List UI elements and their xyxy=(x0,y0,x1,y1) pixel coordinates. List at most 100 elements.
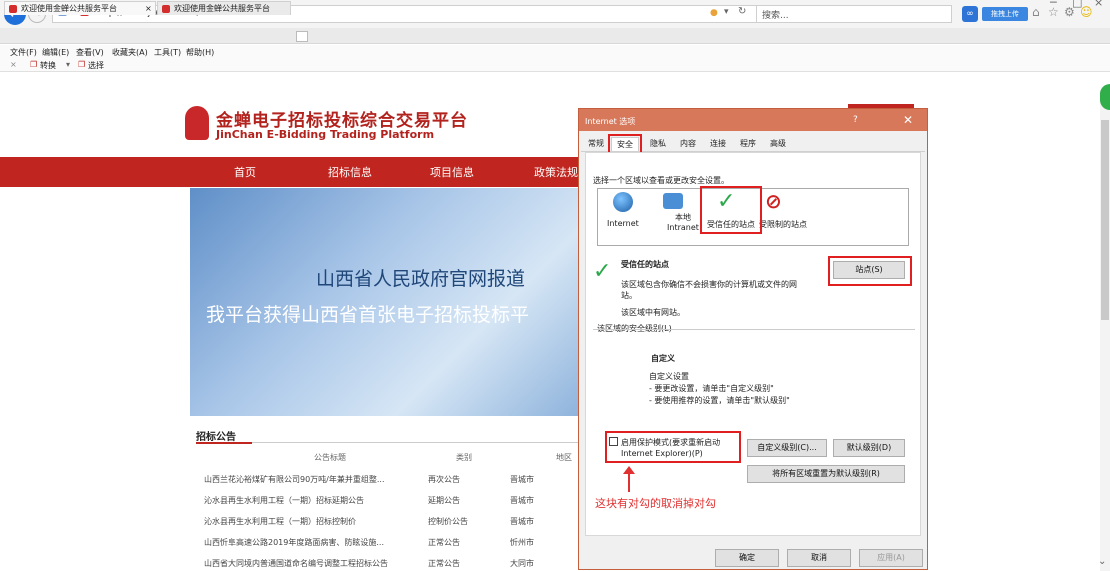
row-area: 晋城市 xyxy=(510,475,534,484)
group-divider xyxy=(593,329,915,330)
zone-prompt: 选择一个区域以查看或更改安全设置。 xyxy=(593,176,729,185)
zone-restricted-label: 受限制的站点 xyxy=(759,220,807,229)
tab-2[interactable]: 欢迎使用金蝉公共服务平台 xyxy=(157,1,291,15)
command-bar: × ❐ 转换 ▾ ❐ 选择 xyxy=(0,59,1110,72)
restricted-icon: ⊘ xyxy=(765,189,782,213)
row-title[interactable]: 沁水县再生水利用工程（一期）招标延期公告 xyxy=(204,495,364,506)
select-icon: ❐ xyxy=(78,60,86,69)
row-type: 控制价公告 xyxy=(428,517,468,526)
site-nav-bar xyxy=(0,157,580,187)
site-favicon-icon xyxy=(162,5,170,13)
zone-sites-note: 该区域中有网站。 xyxy=(621,308,685,317)
row-type: 正常公告 xyxy=(428,538,460,547)
col-area-header: 地区 xyxy=(556,453,572,462)
annotation-arrow-shaft xyxy=(628,472,630,492)
ok-button[interactable]: 确定 xyxy=(715,549,779,567)
default-level-button[interactable]: 默认级别(D) xyxy=(833,439,905,457)
new-tab-icon[interactable] xyxy=(296,31,308,42)
close-icon[interactable]: ✕ xyxy=(903,113,913,127)
level-line-2: - 要更改设置，请单击"自定义级别" xyxy=(649,384,774,393)
row-title[interactable]: 山西兰花沁裕煤矿有限公司90万吨/年兼并重组整... xyxy=(204,474,385,485)
banner-subheadline: 我平台获得山西省首张电子招标投标平 xyxy=(206,304,530,326)
nav-bidding-info[interactable]: 招标信息 xyxy=(328,164,372,180)
select-button[interactable]: 选择 xyxy=(88,60,104,71)
row-title[interactable]: 山西忻阜高速公路2019年度路面病害、防眩设施... xyxy=(204,537,384,548)
side-widget-icon[interactable] xyxy=(1100,84,1110,110)
divider-accent xyxy=(196,442,252,444)
convert-icon: ❐ xyxy=(30,60,38,69)
upload-button[interactable]: 拖拽上传 xyxy=(982,7,1028,21)
tab-advanced[interactable]: 高级 xyxy=(765,137,791,151)
zone-intranet-label: 本地 Intranet xyxy=(667,213,699,232)
highlight-protected-mode xyxy=(605,431,741,463)
site-favicon-icon xyxy=(9,5,17,13)
chevron-down-icon[interactable]: ▾ xyxy=(66,60,70,69)
col-title-header: 公告标题 xyxy=(314,453,346,462)
scrollbar-thumb[interactable] xyxy=(1101,120,1109,320)
highlight-security-tab xyxy=(608,134,642,154)
globe-icon xyxy=(613,192,633,212)
menu-help[interactable]: 帮助(H) xyxy=(186,47,214,58)
search-placeholder: 搜索... xyxy=(762,11,789,21)
menu-edit[interactable]: 编辑(E) xyxy=(42,47,69,58)
level-line-1: 自定义设置 xyxy=(649,372,689,381)
dialog-title: Internet 选项 xyxy=(585,117,636,126)
menu-bar: 文件(F) 编辑(E) 查看(V) 收藏夹(A) 工具(T) 帮助(H) xyxy=(0,45,1110,59)
site-subtitle: JinChan E-Bidding Trading Platform xyxy=(216,128,435,141)
level-title: 自定义 xyxy=(651,354,675,363)
banner-headline: 山西省人民政府官网报道 xyxy=(316,268,526,290)
convert-button[interactable]: 转换 xyxy=(40,60,56,71)
zone-trusted[interactable] xyxy=(700,186,762,234)
col-type-header: 类别 xyxy=(456,453,472,462)
nav-policy[interactable]: 政策法规 xyxy=(534,164,578,180)
menu-favorites[interactable]: 收藏夹(A) xyxy=(112,47,148,58)
tab-1-label: 欢迎使用金蝉公共服务平台 xyxy=(21,4,117,13)
annotation-text: 这块有对勾的取消掉对勾 xyxy=(595,497,716,510)
baidu-icon[interactable]: ∞ xyxy=(962,6,978,22)
help-icon[interactable]: ? xyxy=(853,115,858,125)
row-type: 正常公告 xyxy=(428,559,460,568)
divider xyxy=(196,442,580,443)
level-line-3: - 要使用推荐的设置，请单击"默认级别" xyxy=(649,396,790,405)
menu-file[interactable]: 文件(F) xyxy=(10,47,37,58)
row-area: 忻州市 xyxy=(510,538,534,547)
menu-view[interactable]: 查看(V) xyxy=(76,47,104,58)
maximize-button[interactable]: □ xyxy=(1072,0,1082,9)
highlight-sites-button xyxy=(828,256,912,286)
menu-tools[interactable]: 工具(T) xyxy=(154,47,181,58)
zone-internet-label: Internet xyxy=(607,219,639,228)
intranet-icon xyxy=(663,193,683,209)
tab-general[interactable]: 常规 xyxy=(585,137,607,151)
tab-privacy[interactable]: 隐私 xyxy=(645,137,671,151)
tab-connections[interactable]: 连接 xyxy=(705,137,731,151)
reset-all-zones-button[interactable]: 将所有区域重置为默认级别(R) xyxy=(747,465,905,483)
row-title[interactable]: 山西省大同境内普通国道命名编号调整工程招标公告 xyxy=(204,558,388,569)
refresh-icon[interactable]: ↻ xyxy=(738,6,746,17)
row-type: 再次公告 xyxy=(428,475,460,484)
home-icon[interactable]: ⌂ xyxy=(1032,5,1040,19)
zone-description: 该区域包含你确信不会损害你的计算机或文件的网站。 xyxy=(621,280,797,300)
apply-button[interactable]: 应用(A) xyxy=(859,549,923,567)
close-toolbar-icon[interactable]: × xyxy=(10,60,17,69)
close-window-button[interactable]: × xyxy=(1094,0,1103,9)
site-logo-icon xyxy=(185,106,209,140)
row-type: 延期公告 xyxy=(428,496,460,505)
tab-programs[interactable]: 程序 xyxy=(735,137,761,151)
scroll-down-icon[interactable]: ⌄ xyxy=(1098,556,1106,567)
dropdown-icon[interactable]: ▾ xyxy=(724,7,729,17)
tab-1[interactable]: 欢迎使用金蝉公共服务平台 × xyxy=(4,1,156,15)
nav-home[interactable]: 首页 xyxy=(234,164,256,180)
cancel-button[interactable]: 取消 xyxy=(787,549,851,567)
tab-2-label: 欢迎使用金蝉公共服务平台 xyxy=(174,4,270,13)
minimize-button[interactable]: ─ xyxy=(1050,0,1057,9)
tab-close-icon[interactable]: × xyxy=(145,2,152,16)
zone-name: 受信任的站点 xyxy=(621,260,669,269)
row-area: 晋城市 xyxy=(510,517,534,526)
compat-icon[interactable]: ● xyxy=(710,8,718,18)
custom-level-button[interactable]: 自定义级别(C)... xyxy=(747,439,827,457)
tab-content[interactable]: 内容 xyxy=(675,137,701,151)
tab-strip xyxy=(0,28,1110,44)
nav-project-info[interactable]: 项目信息 xyxy=(430,164,474,180)
row-area: 大同市 xyxy=(510,559,534,568)
row-title[interactable]: 沁水县再生水利用工程（一期）招标控制价 xyxy=(204,516,356,527)
